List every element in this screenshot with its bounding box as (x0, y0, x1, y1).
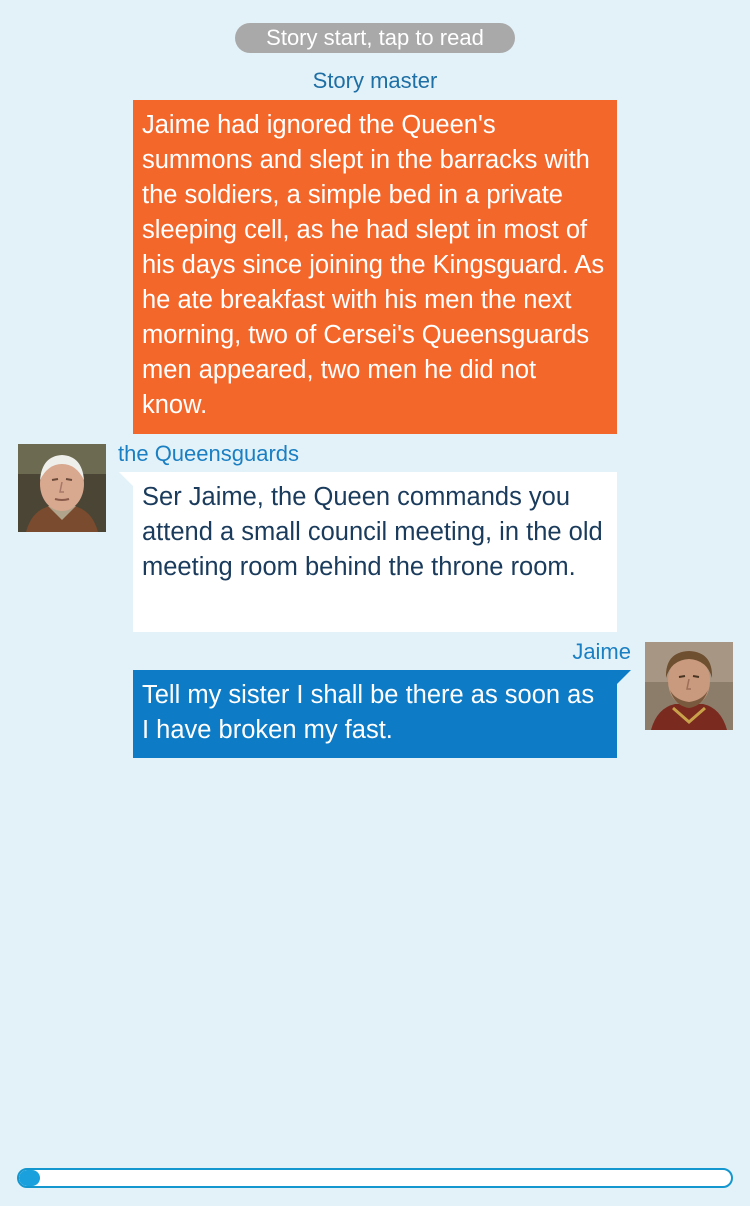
sender-name-queensguards: the Queensguards (118, 441, 300, 466)
jaime-portrait-image (645, 642, 733, 730)
sender-name-story-master: Story master (312, 68, 438, 93)
story-progress-bar (17, 1168, 733, 1188)
incoming-message-bubble: Ser Jaime, the Queen commands you attend… (119, 472, 617, 632)
queensguards-portrait-image (18, 444, 106, 532)
jaime-avatar (645, 642, 733, 730)
narration-bubble: Jaime had ignored the Queen's summons an… (133, 100, 617, 434)
outgoing-message-bubble: Tell my sister I shall be there as soon … (133, 670, 631, 758)
sender-name-jaime: Jaime (572, 639, 631, 664)
story-progress-fill (19, 1170, 41, 1186)
queensguards-avatar (18, 444, 106, 532)
story-start-button[interactable]: Story start, tap to read (235, 23, 515, 53)
